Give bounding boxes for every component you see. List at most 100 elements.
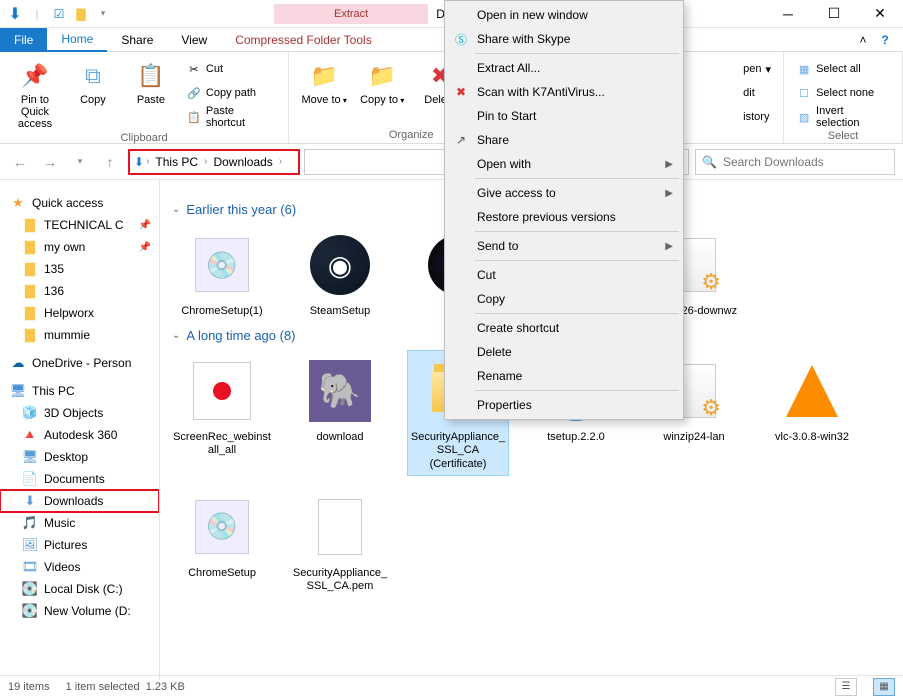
- cut-button[interactable]: ✂Cut: [182, 58, 280, 80]
- file-item[interactable]: ◉SteamSetup: [290, 225, 390, 322]
- forward-button[interactable]: →: [38, 150, 62, 174]
- context-menu-item[interactable]: Open with▶: [447, 152, 681, 176]
- ribbon-collapse-icon[interactable]: ˄: [853, 33, 873, 47]
- qat-dropdown-icon[interactable]: ▾: [94, 5, 112, 23]
- menu-item-label: Give access to: [477, 186, 556, 200]
- nav-item-label: Music: [44, 516, 75, 530]
- tab-share[interactable]: Share: [107, 28, 167, 52]
- back-button[interactable]: ←: [8, 150, 32, 174]
- context-menu-item[interactable]: Restore previous versions: [447, 205, 681, 229]
- maximize-button[interactable]: ☐: [811, 0, 857, 28]
- breadcrumb[interactable]: ⬇ › This PC › Downloads ›: [128, 149, 300, 175]
- chevron-right-icon[interactable]: ›: [279, 156, 282, 167]
- context-menu-item[interactable]: Cut: [447, 263, 681, 287]
- context-menu-item[interactable]: ⓈShare with Skype: [447, 27, 681, 51]
- nav-onedrive[interactable]: ☁OneDrive - Person: [0, 352, 159, 374]
- select-none-button[interactable]: ☐Select none: [792, 82, 894, 104]
- nav-item-label: 135: [44, 262, 64, 276]
- folder-icon: ▇: [22, 217, 38, 233]
- open-button[interactable]: pen ▾: [739, 58, 775, 80]
- menu-item-label: Properties: [477, 398, 532, 412]
- breadcrumb-thispc[interactable]: This PC: [151, 155, 202, 169]
- folder-icon: ▇: [22, 327, 38, 343]
- context-menu-item[interactable]: Send to▶: [447, 234, 681, 258]
- help-icon[interactable]: ?: [873, 33, 897, 47]
- context-menu-item[interactable]: Rename: [447, 364, 681, 388]
- copy-button[interactable]: ⧉ Copy: [66, 56, 120, 106]
- folder-icon[interactable]: ▇: [72, 5, 90, 23]
- nav-pc-item[interactable]: 🎵Music: [0, 512, 159, 534]
- nav-pc-item[interactable]: 🖼Pictures: [0, 534, 159, 556]
- search-box[interactable]: 🔍: [695, 149, 895, 175]
- chevron-right-icon[interactable]: ›: [146, 156, 149, 167]
- nav-pc-item[interactable]: ⬇Downloads: [0, 490, 159, 512]
- folder-icon: ▇: [22, 305, 38, 321]
- navigation-pane[interactable]: ★Quick access ▇TECHNICAL C📌▇my own📌▇135▇…: [0, 180, 160, 680]
- paste-button[interactable]: 📋 Paste: [124, 56, 178, 106]
- nav-quick-access[interactable]: ★Quick access: [0, 192, 159, 214]
- context-menu-item[interactable]: Delete: [447, 340, 681, 364]
- icons-view-button[interactable]: ▦: [873, 678, 895, 696]
- nav-pc-item[interactable]: 🖥Desktop: [0, 446, 159, 468]
- selectall-label: Select all: [816, 63, 861, 75]
- invert-selection-button[interactable]: ▨Invert selection: [792, 106, 894, 128]
- breadcrumb-downloads[interactable]: Downloads: [209, 155, 276, 169]
- nav-item-label: Pictures: [44, 538, 87, 552]
- nav-pc-item[interactable]: 🔺Autodesk 360: [0, 424, 159, 446]
- close-button[interactable]: ✕: [857, 0, 903, 28]
- file-item[interactable]: ScreenRec_webinstall_all: [172, 351, 272, 475]
- search-input[interactable]: [723, 155, 888, 169]
- menu-item-label: Send to: [477, 239, 518, 253]
- checkbox-icon[interactable]: ☑: [50, 5, 68, 23]
- context-menu-item[interactable]: Copy: [447, 287, 681, 311]
- context-menu-item[interactable]: Extract All...: [447, 56, 681, 80]
- tab-file[interactable]: File: [0, 28, 47, 52]
- pin-to-quick-access-button[interactable]: 📌 Pin to Quick access: [8, 56, 62, 130]
- nav-pc-item[interactable]: 🎞Videos: [0, 556, 159, 578]
- tab-compressed-tools[interactable]: Compressed Folder Tools: [221, 28, 386, 52]
- edit-button[interactable]: dit: [739, 82, 775, 104]
- chevron-right-icon[interactable]: ›: [204, 156, 207, 167]
- copy-to-button[interactable]: 📁 Copy to ▾: [355, 56, 409, 106]
- nav-quick-item[interactable]: ▇mummie: [0, 324, 159, 346]
- context-menu-item[interactable]: Open in new window: [447, 3, 681, 27]
- tab-view[interactable]: View: [167, 28, 221, 52]
- context-menu-item[interactable]: Pin to Start: [447, 104, 681, 128]
- context-menu-item[interactable]: Properties: [447, 393, 681, 417]
- file-item[interactable]: 💿ChromeSetup: [172, 487, 272, 597]
- move-to-button[interactable]: 📁 Move to ▾: [297, 56, 351, 106]
- file-item[interactable]: 💿ChromeSetup(1): [172, 225, 272, 322]
- nav-pc-item[interactable]: 💽New Volume (D:: [0, 600, 159, 622]
- select-all-button[interactable]: ▦Select all: [792, 58, 894, 80]
- nav-quick-item[interactable]: ▇ 135: [0, 258, 159, 280]
- qat-divider: |: [28, 5, 46, 23]
- nav-pc-item[interactable]: 💽Local Disk (C:): [0, 578, 159, 600]
- context-menu[interactable]: Open in new windowⓈShare with Skype Extra…: [444, 0, 684, 420]
- file-item[interactable]: 🐘download: [290, 351, 390, 475]
- up-button[interactable]: ↑: [98, 150, 122, 174]
- nav-quick-item[interactable]: ▇136: [0, 280, 159, 302]
- context-menu-item[interactable]: ✖Scan with K7AntiVirus...: [447, 80, 681, 104]
- file-name: ChromeSetup: [188, 567, 256, 580]
- history-button[interactable]: istory: [739, 106, 775, 128]
- nav-quick-item[interactable]: ▇my own📌: [0, 236, 159, 258]
- nav-thispc[interactable]: 🖥This PC: [0, 380, 159, 402]
- file-item[interactable]: vlc-3.0.8-win32: [762, 351, 862, 475]
- file-name: vlc-3.0.8-win32: [775, 431, 849, 444]
- copy-path-button[interactable]: 🔗Copy path: [182, 82, 280, 104]
- file-item[interactable]: SecurityAppliance_SSL_CA.pem: [290, 487, 390, 597]
- context-menu-item[interactable]: ↗Share: [447, 128, 681, 152]
- minimize-button[interactable]: ─: [765, 0, 811, 28]
- nav-quick-item[interactable]: ▇TECHNICAL C📌: [0, 214, 159, 236]
- details-view-button[interactable]: ☰: [835, 678, 857, 696]
- tab-home[interactable]: Home: [47, 28, 107, 52]
- nav-pc-item[interactable]: 🧊3D Objects: [0, 402, 159, 424]
- context-menu-item[interactable]: Give access to▶: [447, 181, 681, 205]
- folder-icon: ▇: [22, 261, 38, 277]
- edit-label: dit: [743, 87, 755, 99]
- nav-pc-item[interactable]: 📄Documents: [0, 468, 159, 490]
- nav-quick-item[interactable]: ▇Helpworx: [0, 302, 159, 324]
- context-menu-item[interactable]: Create shortcut: [447, 316, 681, 340]
- recent-dropdown-icon[interactable]: ▾: [68, 150, 92, 174]
- paste-shortcut-button[interactable]: 📋Paste shortcut: [182, 106, 280, 128]
